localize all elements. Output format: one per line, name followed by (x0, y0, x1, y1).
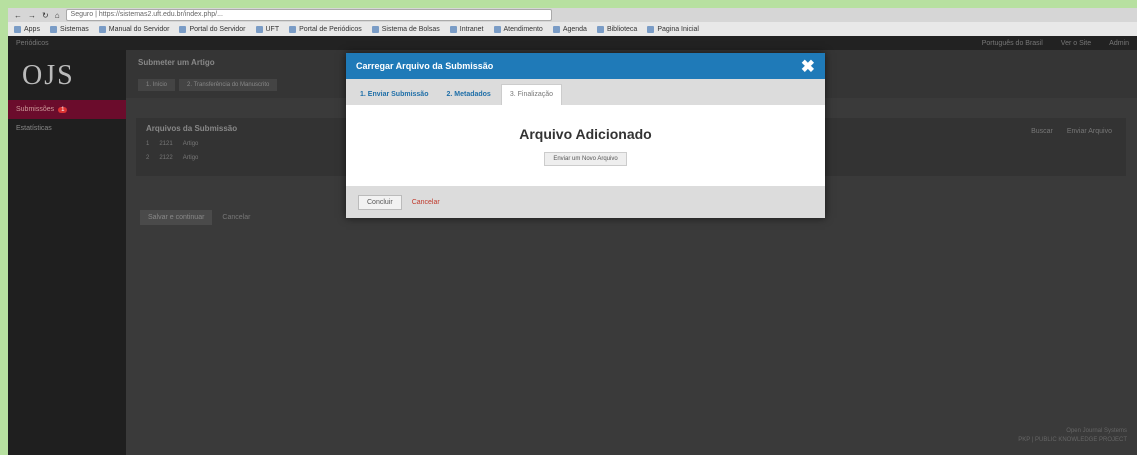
bookmark-item[interactable]: Sistema de Bolsas (371, 25, 440, 33)
bookmark-item[interactable]: Manual do Servidor (98, 25, 169, 33)
bookmark-icon (371, 25, 379, 33)
bookmark-icon (49, 25, 57, 33)
modal-header: Carregar Arquivo da Submissão ✖ (346, 53, 825, 79)
bookmark-icon (493, 25, 501, 33)
back-icon[interactable]: ← (14, 11, 22, 20)
browser-toolbar: ← → ↻ ⌂ Seguro | https://sistemas2.uft.e… (8, 8, 1137, 22)
browser-window: ← → ↻ ⌂ Seguro | https://sistemas2.uft.e… (8, 8, 1137, 455)
bookmark-icon (596, 25, 604, 33)
forward-icon[interactable]: → (28, 11, 36, 20)
language-menu[interactable]: Português do Brasil (982, 40, 1043, 47)
modal-tabs: 1. Enviar Submissão 2. Metadados 3. Fina… (346, 79, 825, 105)
upload-another-file-button[interactable]: Enviar um Novo Arquivo (544, 151, 627, 166)
upload-file-link[interactable]: Enviar Arquivo (1067, 128, 1112, 135)
home-icon[interactable]: ⌂ (55, 11, 60, 20)
file-added-heading: Arquivo Adicionado (519, 125, 652, 142)
bookmark-icon (255, 25, 263, 33)
view-site-link[interactable]: Ver o Site (1061, 40, 1091, 47)
topbar-journal-link[interactable]: Periódicos (16, 40, 49, 47)
bookmark-item[interactable]: Intranet (449, 25, 484, 33)
bookmark-item[interactable]: Portal de Periódicos (289, 25, 362, 33)
panel-actions: Buscar Enviar Arquivo (1031, 128, 1112, 135)
bookmarks-bar: Apps Sistemas Manual do Servidor Portal … (8, 22, 1137, 36)
sidebar-item-statistics[interactable]: Estatísticas (8, 119, 126, 138)
form-buttons: Salvar e continuar Cancelar (140, 210, 250, 225)
topbar-right: Português do Brasil Ver o Site Admin (982, 40, 1129, 47)
bookmark-item[interactable]: Biblioteca (596, 25, 637, 33)
sidebar-item-submissions[interactable]: Submissões 1 (8, 100, 126, 119)
ojs-logo: OJS (22, 60, 75, 91)
tab-metadata[interactable]: 2. Metadados (438, 85, 498, 105)
bookmark-item[interactable]: Sistemas (49, 25, 89, 33)
pkp-footer: Open Journal Systems PKP | PUBLIC KNOWLE… (1018, 428, 1127, 443)
bookmark-item[interactable]: UFT (255, 25, 279, 33)
search-link[interactable]: Buscar (1031, 128, 1053, 135)
bookmark-item[interactable]: Portal do Servidor (179, 25, 246, 33)
bookmark-icon (179, 25, 187, 33)
bookmark-icon (647, 25, 655, 33)
modal-title: Carregar Arquivo da Submissão (356, 61, 494, 71)
bookmark-icon (98, 25, 106, 33)
cancel-link[interactable]: Cancelar (222, 214, 250, 221)
bookmark-item[interactable]: Apps (14, 25, 40, 33)
notification-badge: 1 (58, 106, 68, 113)
bookmark-icon (289, 25, 297, 33)
tab-finalization[interactable]: 3. Finalização (500, 84, 563, 105)
top-caption-strip (0, 0, 1137, 8)
bookmark-icon (14, 25, 21, 33)
address-bar[interactable]: Seguro | https://sistemas2.uft.edu.br/in… (65, 9, 552, 21)
complete-button[interactable]: Concluir (358, 194, 402, 210)
tab-upload-submission[interactable]: 1. Enviar Submissão (352, 85, 436, 105)
bookmark-item[interactable]: Atendimento (493, 25, 543, 33)
reload-icon[interactable]: ↻ (42, 11, 49, 20)
user-menu[interactable]: Admin (1109, 40, 1129, 47)
close-icon[interactable]: ✖ (801, 58, 815, 75)
bookmark-icon (449, 25, 457, 33)
bookmark-item[interactable]: Agenda (552, 25, 587, 33)
tab-start[interactable]: 1. Início (138, 79, 176, 91)
save-continue-button[interactable]: Salvar e continuar (140, 210, 213, 225)
modal-body: Arquivo Adicionado Enviar um Novo Arquiv… (346, 105, 825, 186)
bookmark-icon (552, 25, 560, 33)
app-topbar: Periódicos Português do Brasil Ver o Sit… (8, 36, 1137, 50)
sidebar: OJS Submissões 1 Estatísticas (8, 50, 126, 455)
modal-footer: Concluir Cancelar (346, 186, 825, 218)
upload-modal: Carregar Arquivo da Submissão ✖ 1. Envia… (346, 53, 825, 218)
modal-cancel-button[interactable]: Cancelar (412, 199, 440, 206)
tab-upload[interactable]: 2. Transferência do Manuscrito (179, 79, 278, 91)
bookmark-item[interactable]: Pagina Inicial (647, 25, 699, 33)
